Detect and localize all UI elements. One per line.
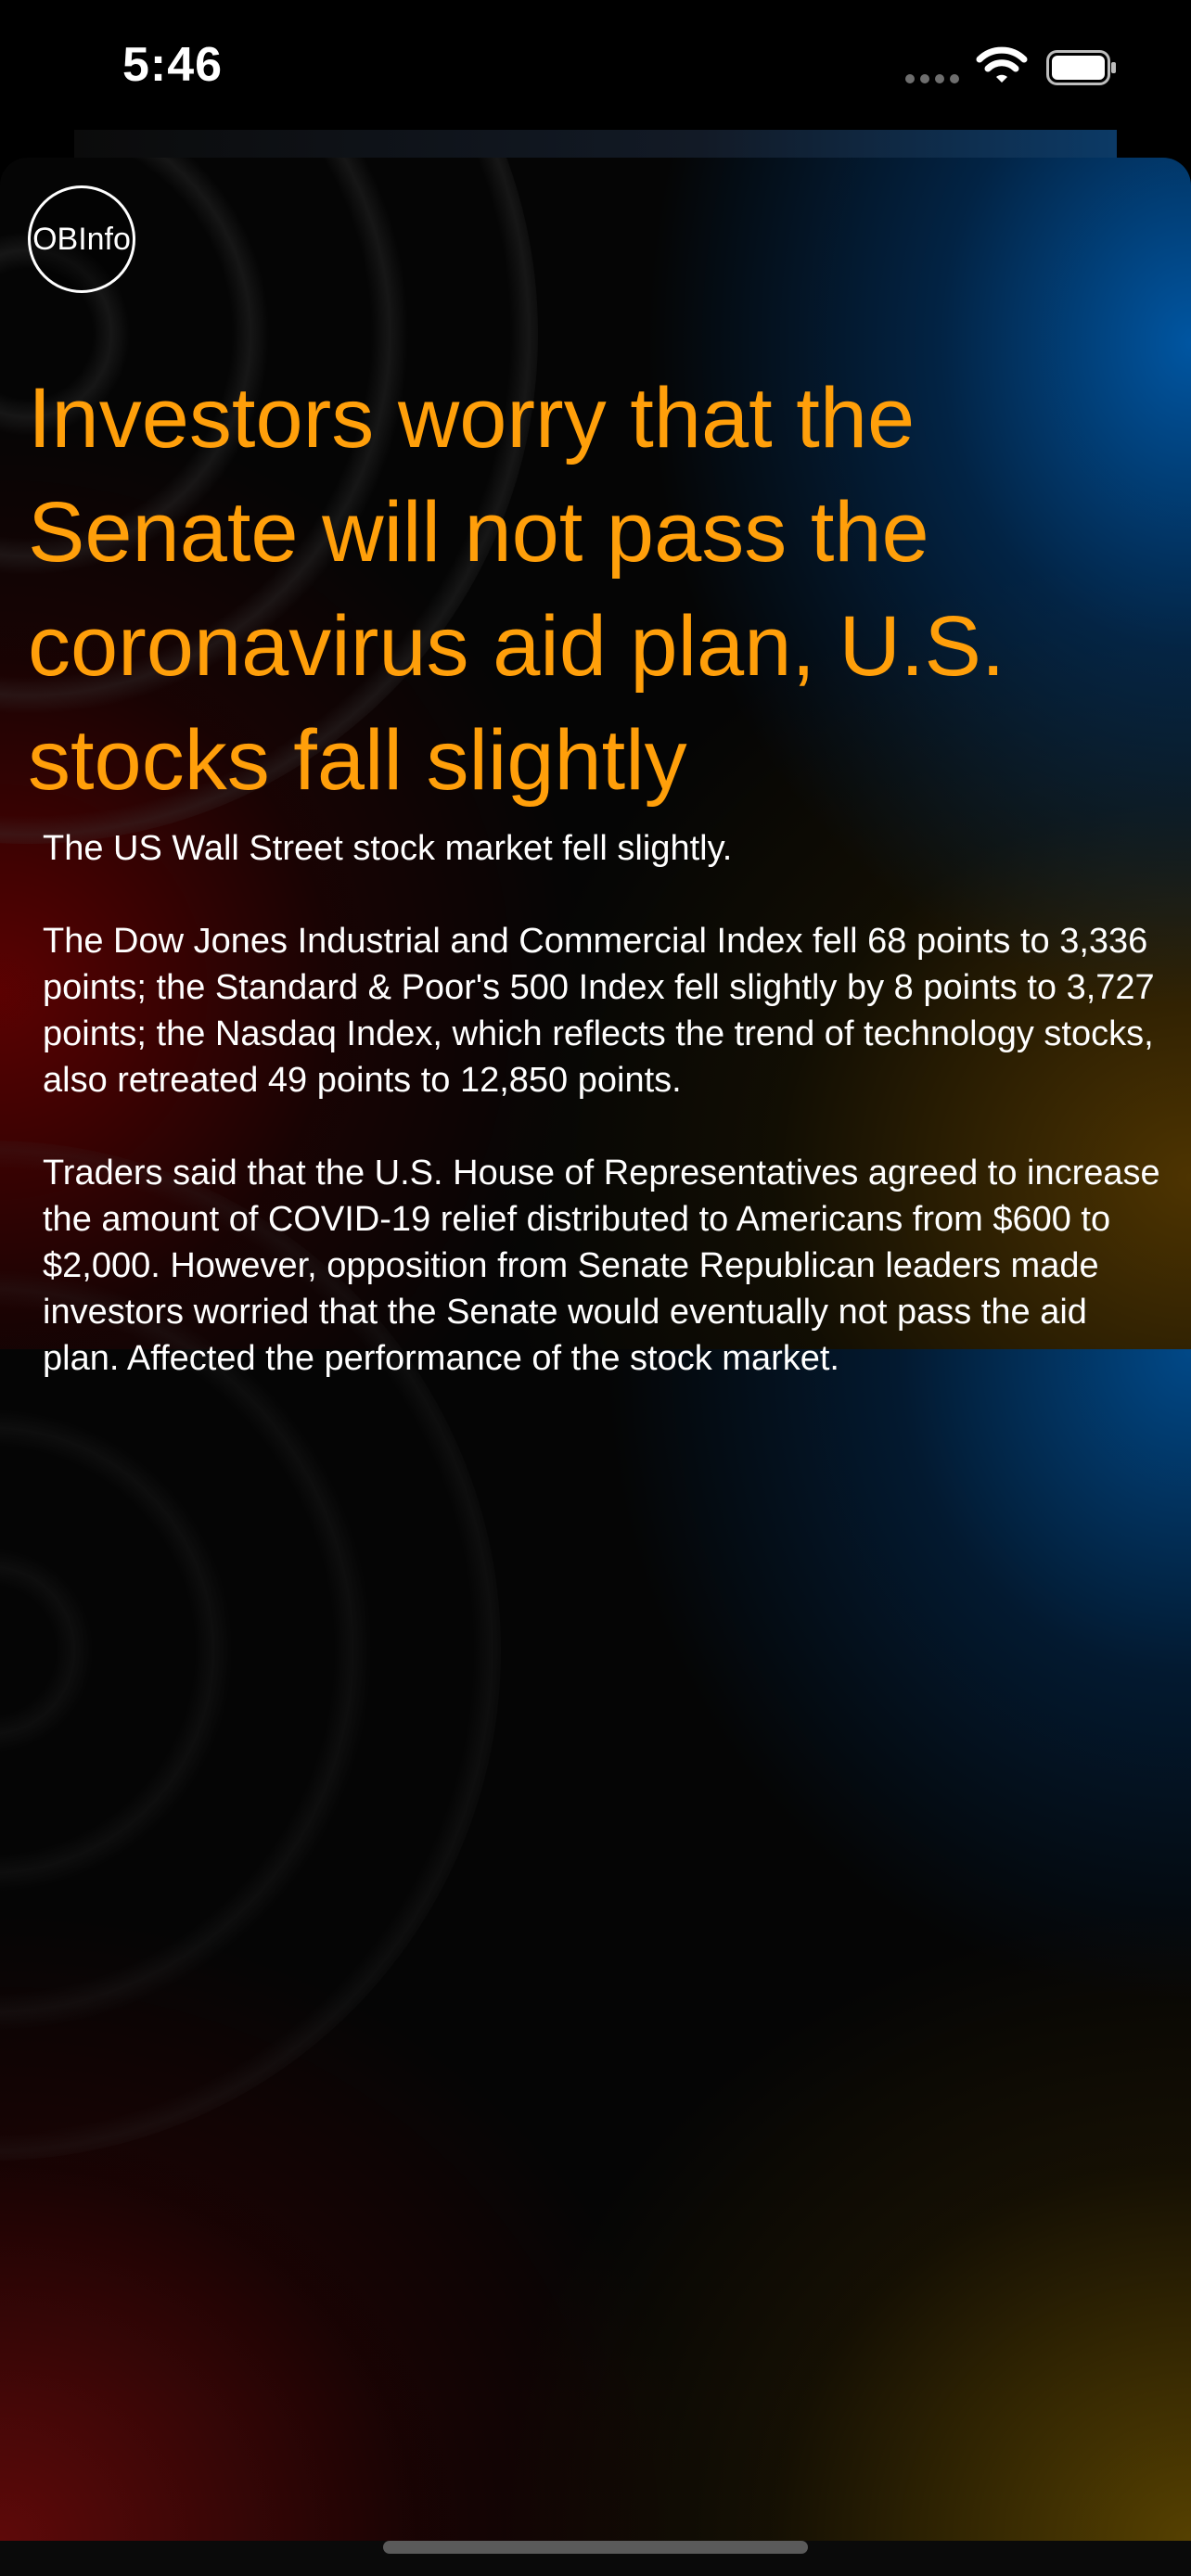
article-paragraph: Traders said that the U.S. House of Repr… <box>43 1154 1160 1378</box>
source-avatar-label: OBInfo <box>32 221 131 257</box>
source-avatar[interactable]: OBInfo <box>28 185 135 293</box>
article-paragraph: The US Wall Street stock market fell sli… <box>43 829 733 868</box>
screen: 5:46 OBInfo Investors worry that the Sen… <box>0 0 1191 2576</box>
battery-icon <box>1046 50 1116 85</box>
status-time: 5:46 <box>122 38 224 92</box>
cellular-signal-icon <box>905 74 959 83</box>
home-indicator[interactable] <box>383 2541 808 2554</box>
status-bar: 5:46 <box>0 0 1191 130</box>
article-paragraph: The Dow Jones Industrial and Commercial … <box>43 922 1155 1100</box>
article-body: The US Wall Street stock market fell sli… <box>43 825 1165 1428</box>
article-headline: Investors worry that the Senate will not… <box>28 371 1005 808</box>
wifi-icon <box>976 46 1028 83</box>
news-card[interactable]: OBInfo Investors worry that the Senate w… <box>0 158 1191 2541</box>
